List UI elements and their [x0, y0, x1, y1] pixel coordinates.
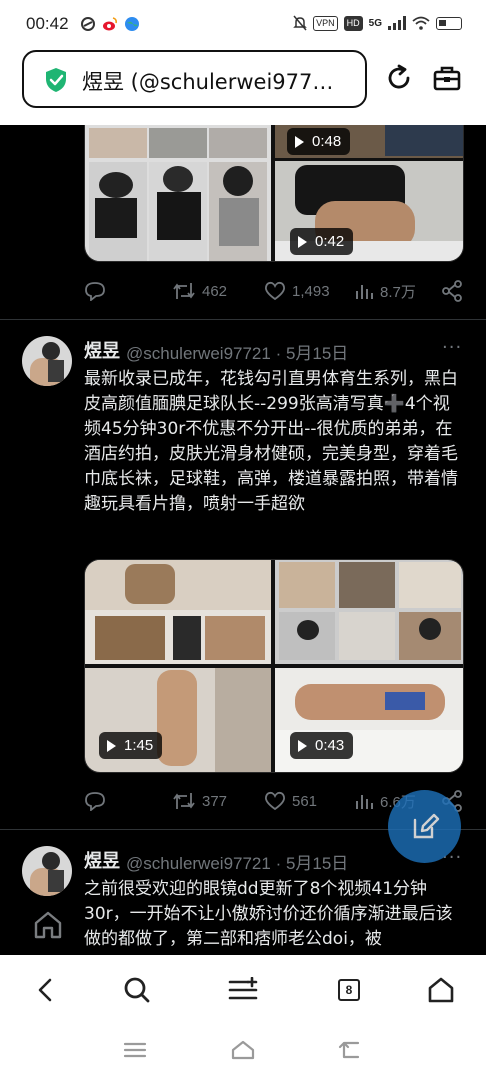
play-icon — [298, 739, 307, 752]
tweet-text: 之前很受欢迎的眼镜dd更新了8个视频41分钟30r，一开始不让小傲娇讨价还价循序… — [84, 879, 453, 949]
timeline-feed[interactable]: 0:48 0:42 462 1,493 8.7万 煜昱 @schulerwei9… — [0, 125, 486, 955]
like-button[interactable]: 561 — [264, 788, 317, 814]
video-duration: 0:48 — [312, 133, 342, 150]
toolbox-icon[interactable] — [432, 64, 462, 92]
home-outline-icon — [428, 977, 454, 1003]
tweet-actions: 462 1,493 8.7万 — [84, 278, 464, 304]
video-duration-badge: 0:42 — [290, 228, 354, 255]
play-icon — [107, 739, 116, 752]
like-button[interactable]: 1,493 — [264, 278, 330, 304]
tweet-author-name[interactable]: 煜昱 — [84, 847, 120, 873]
play-icon — [298, 235, 307, 248]
hd-badge: HD — [343, 15, 363, 31]
view-count: 8.7万 — [380, 283, 416, 301]
home-button[interactable] — [424, 973, 458, 1007]
screen: 00:42 VPN HD 5G 煜昱 (@schulerwei977… 0:48… — [0, 0, 486, 1080]
views-chart-icon — [356, 285, 373, 299]
video-duration-badge: 0:43 — [290, 732, 354, 759]
heart-icon — [265, 281, 285, 301]
video-duration: 0:42 — [315, 233, 345, 250]
share-icon — [442, 280, 462, 302]
menu-button[interactable] — [226, 973, 260, 1007]
retweet-icon — [173, 283, 195, 299]
video-duration: 0:43 — [315, 737, 345, 754]
media-photo-top-right[interactable] — [275, 560, 463, 664]
media-photo-top-left[interactable] — [85, 560, 271, 664]
browser-bottom-bar: 8 — [0, 955, 486, 1080]
search-icon — [124, 977, 150, 1003]
system-home-icon[interactable] — [230, 1039, 256, 1061]
address-text: 煜昱 (@schulerwei977… — [82, 70, 334, 94]
tab-count: 8 — [338, 979, 360, 1001]
compose-tweet-button[interactable] — [388, 790, 461, 863]
back-button[interactable] — [28, 973, 62, 1007]
weibo-app-icon — [103, 17, 117, 31]
tweet-divider — [0, 319, 486, 320]
retweet-button[interactable]: 377 — [172, 788, 227, 814]
browser-toolbar: 煜昱 (@schulerwei977… — [0, 50, 486, 125]
views-chart-icon — [356, 795, 373, 809]
compose-icon — [413, 813, 439, 838]
wifi-icon — [412, 16, 430, 30]
tweet-more-button[interactable]: ··· — [442, 337, 462, 358]
heart-icon — [265, 791, 285, 811]
recent-apps-icon[interactable] — [122, 1039, 148, 1061]
avatar[interactable] — [22, 336, 72, 386]
tweet-media-grid[interactable]: 0:48 0:42 — [84, 125, 464, 262]
reply-icon — [85, 282, 105, 301]
like-count: 561 — [292, 792, 318, 810]
globe-app-icon — [125, 17, 139, 31]
secure-shield-icon — [46, 68, 66, 92]
system-back-icon[interactable] — [338, 1039, 364, 1061]
mute-icon — [293, 15, 307, 31]
views-button[interactable]: 8.7万 — [354, 278, 416, 304]
video-duration: 1:45 — [124, 737, 154, 754]
tweet-handle-date[interactable]: @schulerwei97721 · 5月15日 — [126, 849, 348, 874]
tabs-button[interactable]: 8 — [332, 973, 366, 1007]
retweet-icon — [173, 793, 195, 809]
tweet-author-name[interactable]: 煜昱 — [84, 337, 120, 363]
video-duration-badge: 1:45 — [99, 732, 163, 759]
tweet-handle-date[interactable]: @schulerwei97721 · 5月15日 — [126, 339, 348, 364]
home-icon[interactable] — [32, 909, 64, 941]
link-app-icon — [81, 17, 95, 31]
retweet-button[interactable]: 462 — [172, 278, 227, 304]
system-icons: VPN HD 5G — [293, 15, 462, 31]
reload-icon[interactable] — [384, 63, 414, 93]
notification-icons — [80, 16, 140, 32]
status-bar: 00:42 VPN HD 5G — [0, 0, 486, 50]
tweet-text: 最新收录已成年，花钱勾引直男体育生系列，黑白皮高颜值腼腆足球队长--299张高清… — [84, 369, 458, 514]
reply-button[interactable] — [84, 788, 106, 814]
retweet-count: 377 — [202, 792, 228, 810]
search-button[interactable] — [120, 973, 154, 1007]
reply-button[interactable] — [84, 278, 106, 304]
reply-icon — [85, 792, 105, 811]
avatar[interactable] — [22, 846, 72, 896]
play-icon — [295, 135, 304, 148]
signal-icon — [388, 16, 406, 30]
like-count: 1,493 — [292, 282, 330, 300]
retweet-count: 462 — [202, 282, 228, 300]
network-type: 5G — [368, 17, 382, 29]
status-time: 00:42 — [26, 14, 69, 33]
battery-icon — [436, 16, 462, 30]
menu-plus-icon — [228, 977, 258, 1000]
address-bar[interactable]: 煜昱 (@schulerwei977… — [22, 50, 367, 108]
video-duration-badge: 0:48 — [287, 128, 351, 155]
tweet-media-grid[interactable]: 1:45 0:43 — [84, 559, 464, 773]
chevron-left-icon — [38, 978, 52, 1002]
vpn-badge: VPN — [313, 15, 338, 31]
media-photo-collage[interactable] — [85, 125, 271, 261]
share-button[interactable] — [441, 278, 463, 304]
